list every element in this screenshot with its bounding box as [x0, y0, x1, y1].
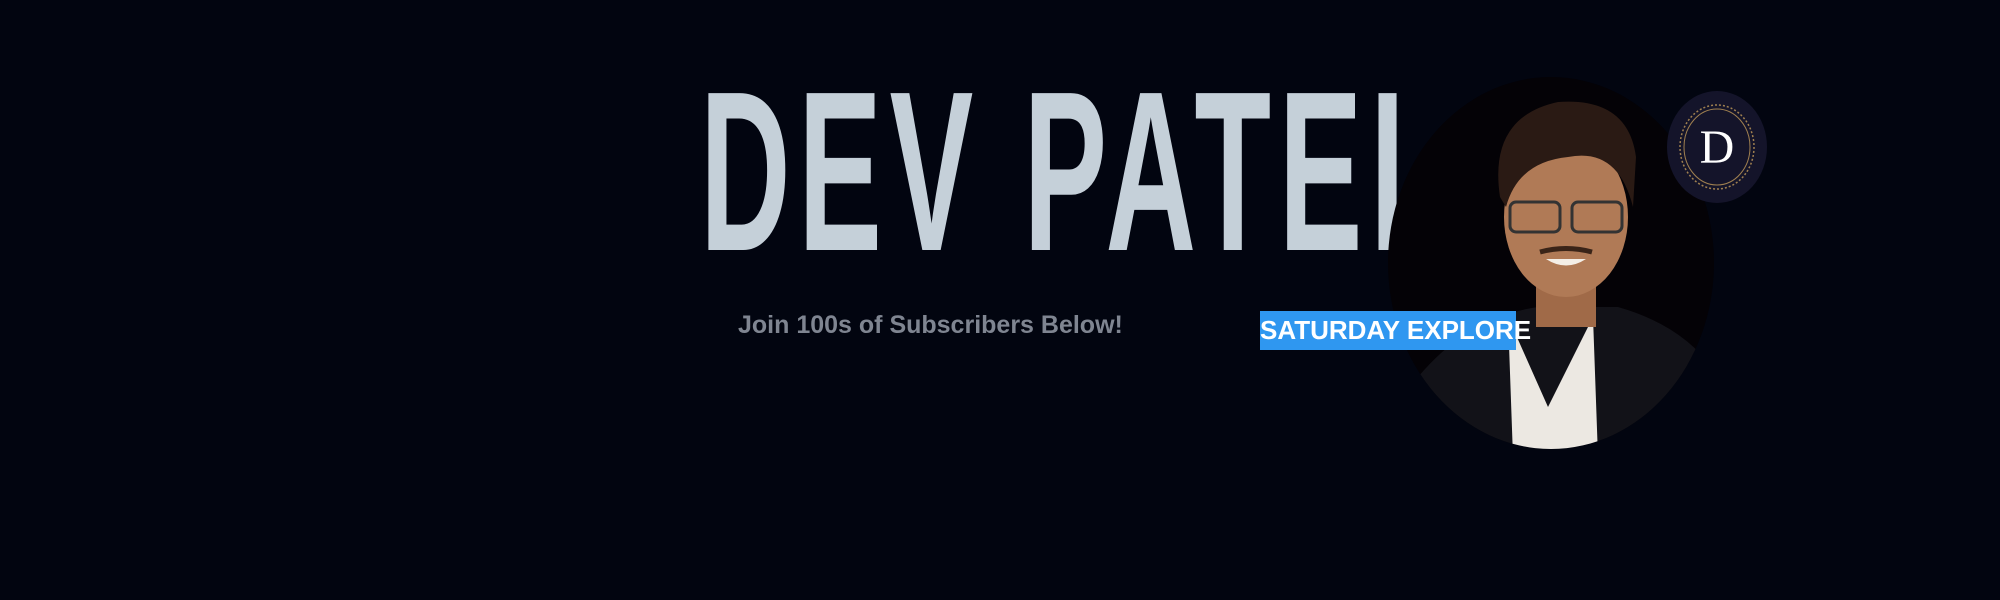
monogram-d-logo-icon: D [1667, 91, 1767, 203]
page-title: DEV PATEL [700, 45, 1455, 299]
logo-letter: D [1700, 121, 1735, 174]
badge-saturday-explore: SATURDAY EXPLORE [1260, 311, 1531, 350]
subtitle: Join 100s of Subscribers Below! [738, 311, 1123, 339]
profile-photo [1388, 77, 1714, 449]
